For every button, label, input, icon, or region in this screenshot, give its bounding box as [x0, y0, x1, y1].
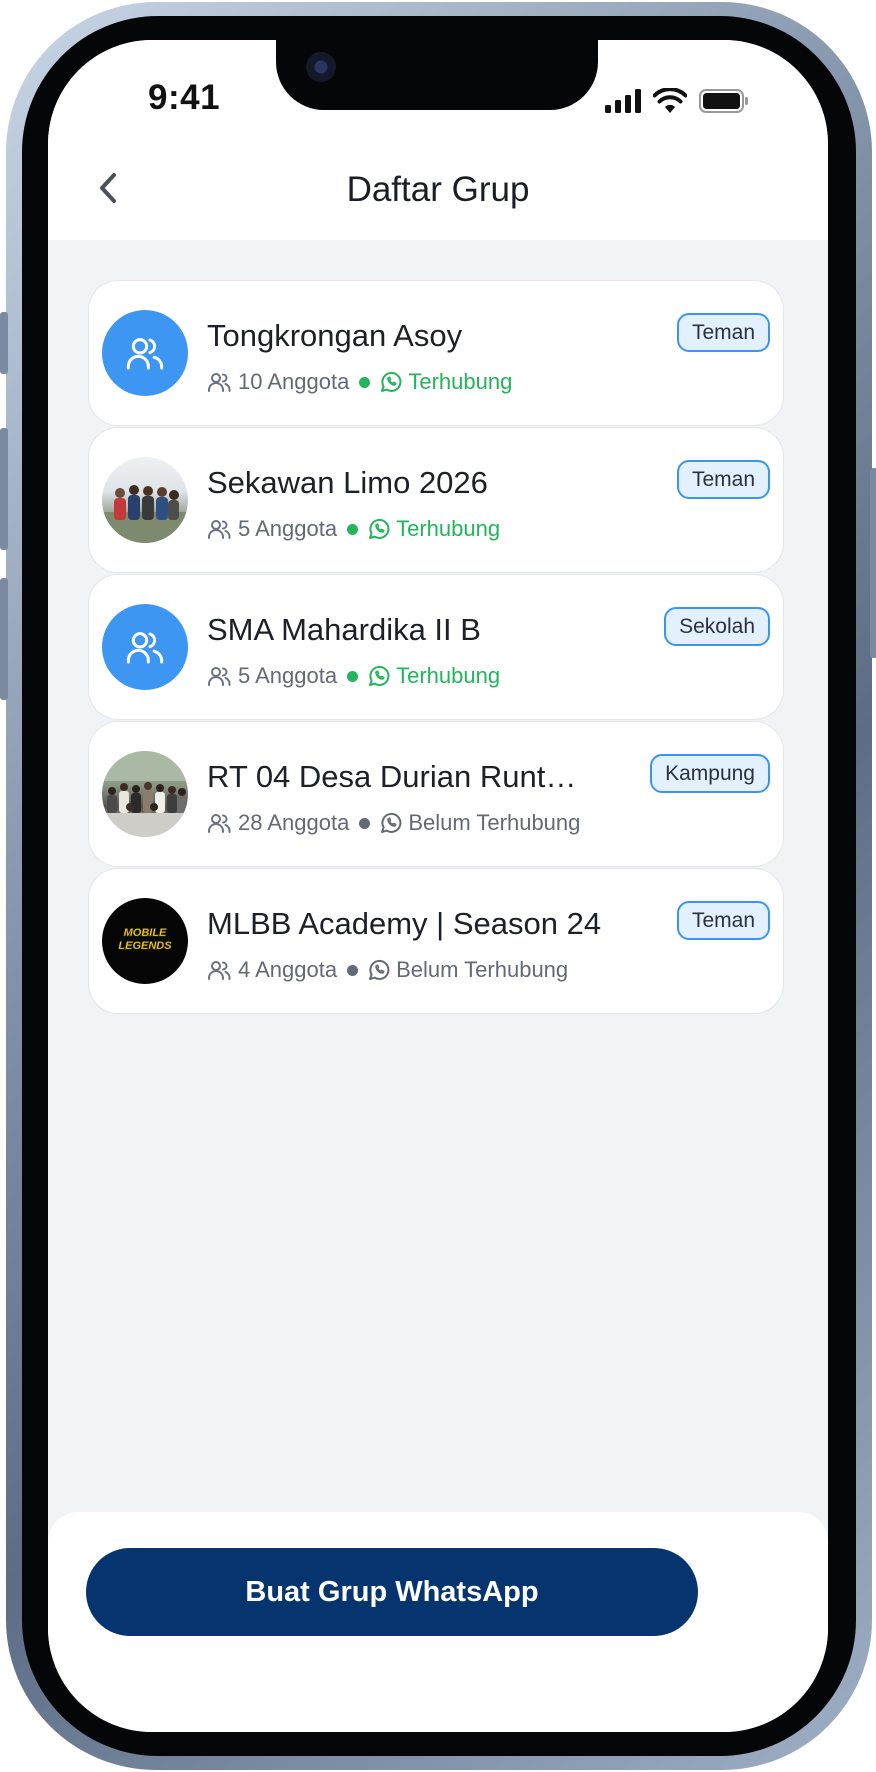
group-photo	[102, 751, 188, 837]
group-name: Tongkrongan Asoy	[207, 318, 463, 353]
members-icon	[207, 371, 231, 393]
status-dot	[347, 964, 359, 976]
status-dot	[359, 817, 371, 829]
bottom-sheet: Buat Grup WhatsApp	[48, 1512, 828, 1732]
signal-icon	[605, 89, 641, 118]
side-button	[0, 312, 8, 374]
game-logo: MOBILE LEGENDS	[102, 898, 188, 984]
category-tag: Kampung	[650, 754, 770, 793]
whatsapp-icon	[367, 664, 391, 688]
side-button	[0, 428, 8, 550]
group-name: SMA Mahardika II B	[207, 612, 481, 647]
group-name: RT 04 Desa Durian Runtuh |...	[207, 759, 579, 794]
connection-status: Terhubung	[396, 516, 501, 541]
group-meta: 28 Anggota Belum Terhubung	[207, 810, 580, 836]
member-count: 5 Anggota	[238, 663, 338, 688]
users-icon	[126, 338, 164, 370]
whatsapp-icon	[379, 811, 403, 835]
group-photo	[102, 457, 188, 543]
members-icon	[207, 959, 231, 981]
whatsapp-icon	[379, 370, 403, 394]
member-count: 28 Anggota	[238, 810, 350, 835]
group-card[interactable]: Tongkrongan Asoy 10 Anggota Terhubung Te…	[88, 280, 784, 426]
group-card[interactable]: RT 04 Desa Durian Runtuh |... 28 Anggota…	[88, 721, 784, 867]
top-area: 9:41 Daftar Grup	[48, 40, 828, 240]
members-icon	[207, 665, 231, 687]
status-dot	[347, 670, 359, 682]
group-meta: 5 Anggota Terhubung	[207, 516, 500, 542]
group-meta: 4 Anggota Belum Terhubung	[207, 957, 568, 983]
members-icon	[207, 812, 231, 834]
status-dot	[347, 523, 359, 535]
category-tag: Teman	[676, 901, 770, 940]
create-whatsapp-group-button[interactable]: Buat Grup WhatsApp	[86, 1548, 698, 1636]
connection-status: Terhubung	[408, 369, 513, 394]
whatsapp-icon	[367, 958, 391, 982]
side-button	[870, 468, 876, 658]
page-title: Daftar Grup	[346, 170, 530, 209]
group-card[interactable]: SMA Mahardika II B 5 Anggota Terhubung S…	[88, 574, 784, 720]
group-avatar	[102, 604, 188, 690]
svg-text:LEGENDS: LEGENDS	[118, 940, 172, 952]
wifi-icon	[652, 87, 688, 119]
connection-status: Belum Terhubung	[396, 957, 569, 982]
category-tag: Sekolah	[664, 607, 770, 646]
group-meta: 5 Anggota Terhubung	[207, 663, 500, 689]
users-icon	[126, 632, 164, 664]
group-card[interactable]: Sekawan Limo 2026 5 Anggota Terhubung Te…	[88, 427, 784, 573]
category-tag: Teman	[676, 460, 770, 499]
status-icons	[605, 87, 749, 119]
members-icon	[207, 518, 231, 540]
status-time: 9:41	[148, 78, 221, 117]
connection-status: Belum Terhubung	[408, 810, 581, 835]
connection-status: Terhubung	[396, 663, 501, 688]
screen: 9:41 Daftar Grup Tongkrongan Asoy 10 Ang…	[48, 40, 828, 1732]
notch	[276, 40, 598, 110]
camera	[306, 52, 336, 82]
group-meta: 10 Anggota Terhubung	[207, 369, 512, 395]
svg-text:MOBILE: MOBILE	[124, 927, 167, 939]
category-tag: Teman	[676, 313, 770, 352]
member-count: 10 Anggota	[238, 369, 350, 394]
group-avatar	[102, 310, 188, 396]
group-name: MLBB Academy | Season 24	[207, 906, 602, 941]
group-card[interactable]: MOBILE LEGENDS MLBB Academy | Season 24 …	[88, 868, 784, 1014]
member-count: 4 Anggota	[238, 957, 338, 982]
whatsapp-icon	[367, 517, 391, 541]
battery-icon	[699, 89, 749, 118]
side-button	[0, 578, 8, 700]
member-count: 5 Anggota	[238, 516, 338, 541]
status-dot	[359, 376, 371, 388]
group-name: Sekawan Limo 2026	[207, 465, 488, 500]
